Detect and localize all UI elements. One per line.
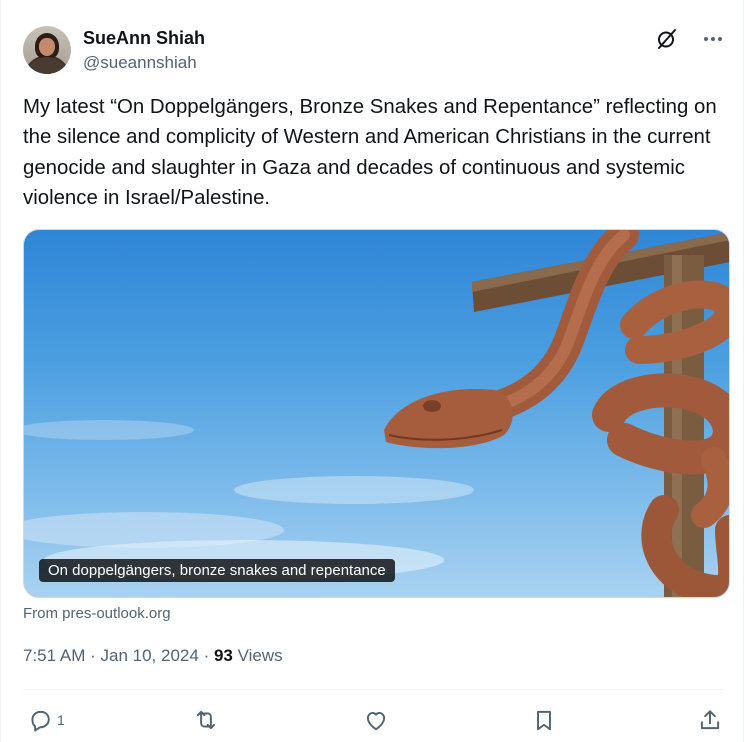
bookmark-icon (537, 710, 551, 731)
author-name[interactable]: SueAnn Shiah (83, 28, 205, 49)
retweet-button[interactable] (193, 704, 223, 736)
bookmark-button[interactable] (531, 704, 561, 736)
views-count: 93 (213, 646, 233, 665)
meta-separator: · (203, 646, 210, 665)
link-card-image[interactable]: On doppelgängers, bronze snakes and repe… (23, 229, 730, 598)
share-button[interactable] (697, 704, 723, 736)
link-source[interactable]: From pres-outlook.org (23, 605, 171, 622)
tweet-date[interactable]: Jan 10, 2024 (101, 646, 199, 665)
like-icon (366, 711, 386, 731)
meta-separator: · (90, 646, 96, 665)
tweet-meta: 7:51 AM · Jan 10, 2024 · 93 Views (23, 646, 283, 666)
divider (23, 689, 725, 690)
share-icon (700, 710, 720, 730)
like-button[interactable] (363, 704, 393, 736)
author-handle[interactable]: @sueannshiah (83, 53, 197, 73)
tweet-header: SueAnn Shiah @sueannshiah (23, 24, 725, 74)
link-card-caption: On doppelgängers, bronze snakes and repe… (39, 559, 395, 582)
grok-icon[interactable] (655, 27, 679, 51)
action-bar: 1 (23, 704, 725, 736)
more-icon[interactable] (701, 27, 725, 51)
reply-count: 1 (57, 712, 65, 728)
tweet-card: SueAnn Shiah @sueannshiah My latest “On … (0, 0, 744, 742)
reply-button[interactable]: 1 (27, 704, 65, 736)
tweet-time[interactable]: 7:51 AM (23, 646, 85, 665)
snake-on-cross-image (24, 230, 729, 597)
tweet-text: My latest “On Doppelgängers, Bronze Snak… (23, 96, 723, 209)
reply-icon (31, 710, 50, 732)
avatar[interactable] (23, 26, 71, 74)
views-label: Views (237, 646, 283, 665)
retweet-icon (196, 710, 216, 730)
